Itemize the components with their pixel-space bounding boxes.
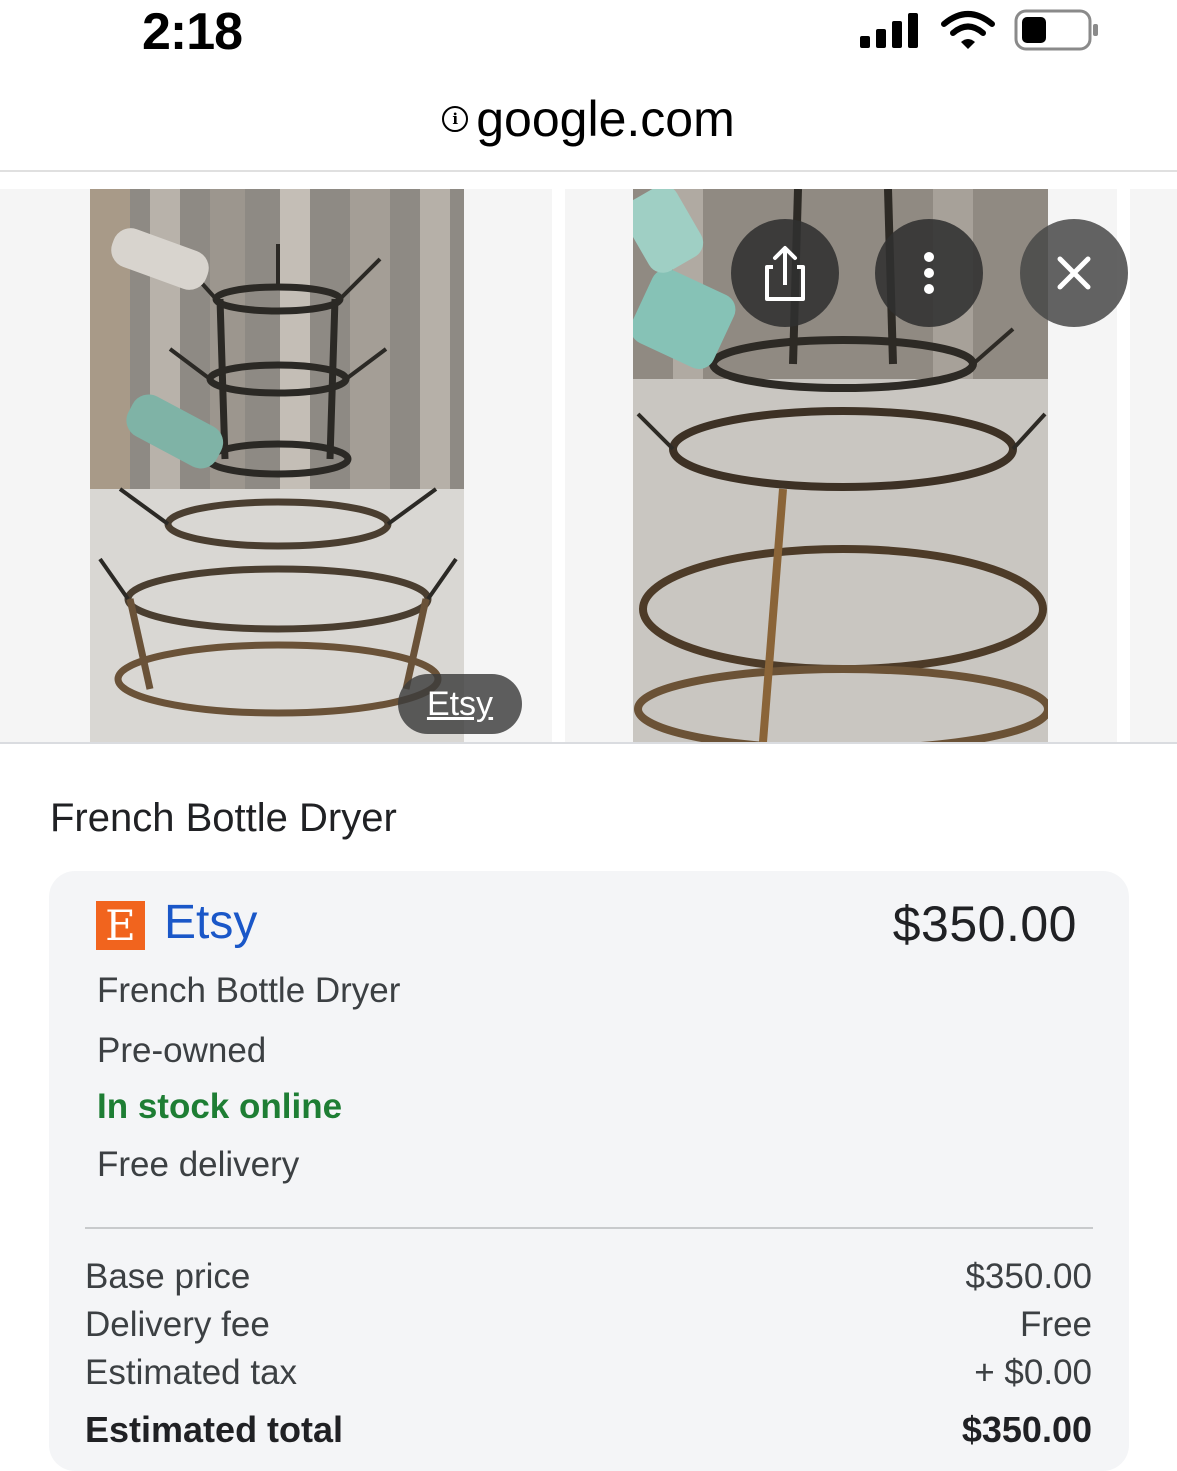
delivery-fee-row: Delivery fee Free — [85, 1305, 1092, 1351]
battery-icon — [1014, 9, 1098, 51]
close-icon — [1057, 256, 1091, 290]
offer-condition: Pre-owned — [97, 1031, 267, 1070]
product-title: French Bottle Dryer — [50, 796, 397, 840]
wifi-icon — [941, 11, 995, 49]
offer-price: $350.00 — [892, 896, 1077, 952]
product-photo-1[interactable] — [90, 189, 464, 742]
share-button[interactable] — [731, 219, 839, 327]
status-time: 2:18 — [142, 3, 243, 61]
product-image-card[interactable]: Etsy — [0, 189, 552, 742]
offer-product-name: French Bottle Dryer — [97, 971, 401, 1010]
stock-status: In stock online — [97, 1087, 343, 1126]
site-info-icon[interactable]: i — [442, 106, 469, 132]
more-options-button[interactable] — [875, 219, 983, 327]
product-image-card-partial[interactable] — [1130, 189, 1177, 742]
estimated-total-label: Estimated total — [85, 1409, 344, 1450]
delivery-fee-value: Free — [1020, 1305, 1092, 1344]
estimated-tax-label: Estimated tax — [85, 1353, 298, 1392]
offer-card[interactable]: E Etsy $350.00 French Bottle Dryer Pre-o… — [49, 871, 1129, 1471]
etsy-logo-icon: E — [96, 901, 145, 950]
delivery-info: Free delivery — [97, 1145, 300, 1184]
more-vertical-icon — [924, 252, 934, 294]
cellular-signal-icon — [860, 13, 918, 48]
browser-address-bar[interactable]: i google.com — [0, 62, 1177, 172]
merchant-name-link[interactable]: Etsy — [164, 895, 257, 950]
estimated-tax-value: + $0.00 — [974, 1353, 1092, 1392]
close-button[interactable] — [1020, 219, 1128, 327]
base-price-value: $350.00 — [965, 1257, 1092, 1296]
source-chip[interactable]: Etsy — [398, 674, 522, 734]
status-bar: 2:18 — [0, 0, 1177, 62]
share-icon — [765, 246, 805, 301]
divider — [0, 742, 1177, 744]
estimated-total-row: Estimated total $350.00 — [85, 1409, 1092, 1455]
base-price-label: Base price — [85, 1257, 251, 1296]
estimated-tax-row: Estimated tax + $0.00 — [85, 1353, 1092, 1399]
base-price-row: Base price $350.00 — [85, 1257, 1092, 1303]
image-carousel[interactable]: Etsy — [0, 172, 1177, 742]
delivery-fee-label: Delivery fee — [85, 1305, 270, 1344]
divider — [85, 1227, 1093, 1229]
url-text[interactable]: google.com — [476, 91, 735, 147]
estimated-total-value: $350.00 — [961, 1409, 1092, 1450]
product-photo-2[interactable] — [633, 189, 1048, 742]
